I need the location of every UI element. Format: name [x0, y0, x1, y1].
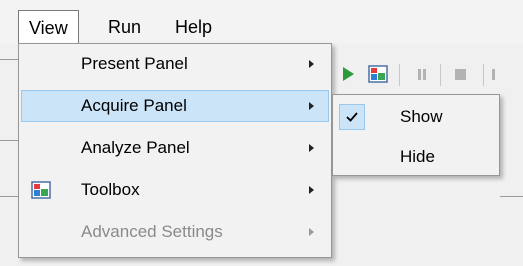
submenu-item-label: Hide: [400, 147, 435, 166]
play-icon[interactable]: [337, 63, 359, 85]
submenu-arrow-icon: [309, 186, 314, 194]
divider: [0, 196, 18, 197]
toolbar-separator: [483, 64, 484, 86]
menu-help[interactable]: Help: [165, 12, 222, 42]
submenu-item-label: Show: [400, 107, 443, 126]
divider: [500, 196, 523, 197]
submenu-arrow-icon: [309, 60, 314, 68]
pause-icon[interactable]: [411, 63, 433, 85]
submenu-arrow-icon: [309, 144, 314, 152]
divider: [0, 140, 18, 141]
menu-item-label: Present Panel: [81, 54, 188, 73]
menu-item-label: Analyze Panel: [81, 138, 190, 157]
menu-run[interactable]: Run: [98, 12, 151, 42]
menu-item-analyze-panel[interactable]: Analyze Panel: [21, 132, 329, 164]
view-menu-dropdown: Present Panel Acquire Panel Analyze Pane…: [18, 43, 332, 258]
menu-bar: View Run Help: [0, 0, 523, 45]
toolbox-icon: [31, 180, 51, 200]
menu-item-label: Toolbox: [81, 180, 140, 199]
image-icon[interactable]: [367, 63, 389, 85]
submenu-arrow-icon: [309, 228, 314, 236]
menu-item-toolbox[interactable]: Toolbox: [21, 174, 329, 206]
checkmark-icon: [339, 104, 365, 130]
submenu-arrow-icon: [309, 102, 314, 110]
submenu-item-hide[interactable]: Hide: [335, 141, 497, 173]
menu-item-present-panel[interactable]: Present Panel: [21, 48, 329, 80]
toolbar-button-partial[interactable]: [490, 63, 512, 85]
acquire-panel-submenu: Show Hide: [332, 94, 500, 176]
menu-item-acquire-panel[interactable]: Acquire Panel: [21, 90, 329, 122]
menu-item-advanced-settings: Advanced Settings: [21, 216, 329, 248]
toolbar: [325, 58, 523, 92]
divider: [0, 59, 18, 60]
submenu-item-show[interactable]: Show: [335, 101, 497, 133]
menu-item-label: Acquire Panel: [81, 96, 187, 115]
toolbar-separator: [399, 64, 400, 86]
menu-view[interactable]: View: [18, 10, 79, 45]
stop-icon[interactable]: [449, 63, 471, 85]
menu-item-label: Advanced Settings: [81, 222, 223, 241]
toolbar-separator: [440, 64, 441, 86]
